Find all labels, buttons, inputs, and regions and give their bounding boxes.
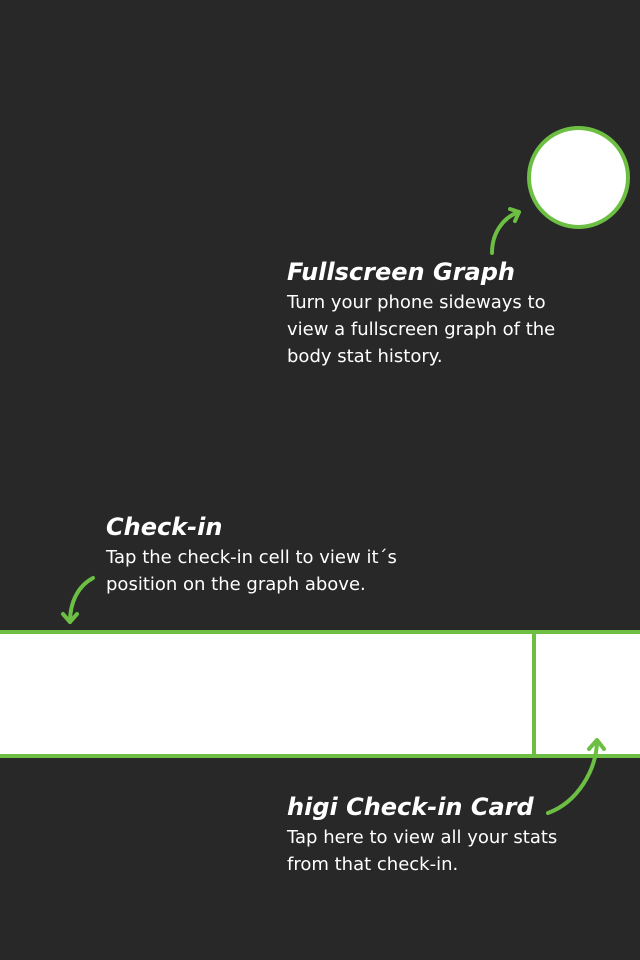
- fullscreen-graph-title: Fullscreen Graph: [287, 258, 515, 286]
- check-in-card-tip: higi Check-in Card Tap here to view all …: [287, 792, 587, 878]
- check-in-card-highlight[interactable]: [532, 634, 640, 754]
- check-in-arrow-icon: [61, 576, 95, 624]
- fullscreen-graph-description: Turn your phone sideways to view a fulls…: [287, 292, 556, 367]
- check-in-card-title: higi Check-in Card: [287, 793, 534, 821]
- fullscreen-graph-tip: Fullscreen Graph Turn your phone sideway…: [287, 257, 587, 370]
- check-in-card-description: Tap here to view all your stats from tha…: [287, 827, 558, 875]
- fullscreen-graph-arrow-icon: [490, 207, 521, 255]
- check-in-cell-highlight[interactable]: [0, 630, 640, 758]
- check-in-title: Check-in: [106, 513, 223, 541]
- check-in-tip: Check-in Tap the check-in cell to view i…: [106, 512, 426, 598]
- check-in-description: Tap the check-in cell to view it´s posit…: [106, 547, 397, 595]
- fullscreen-graph-highlight[interactable]: [527, 126, 630, 229]
